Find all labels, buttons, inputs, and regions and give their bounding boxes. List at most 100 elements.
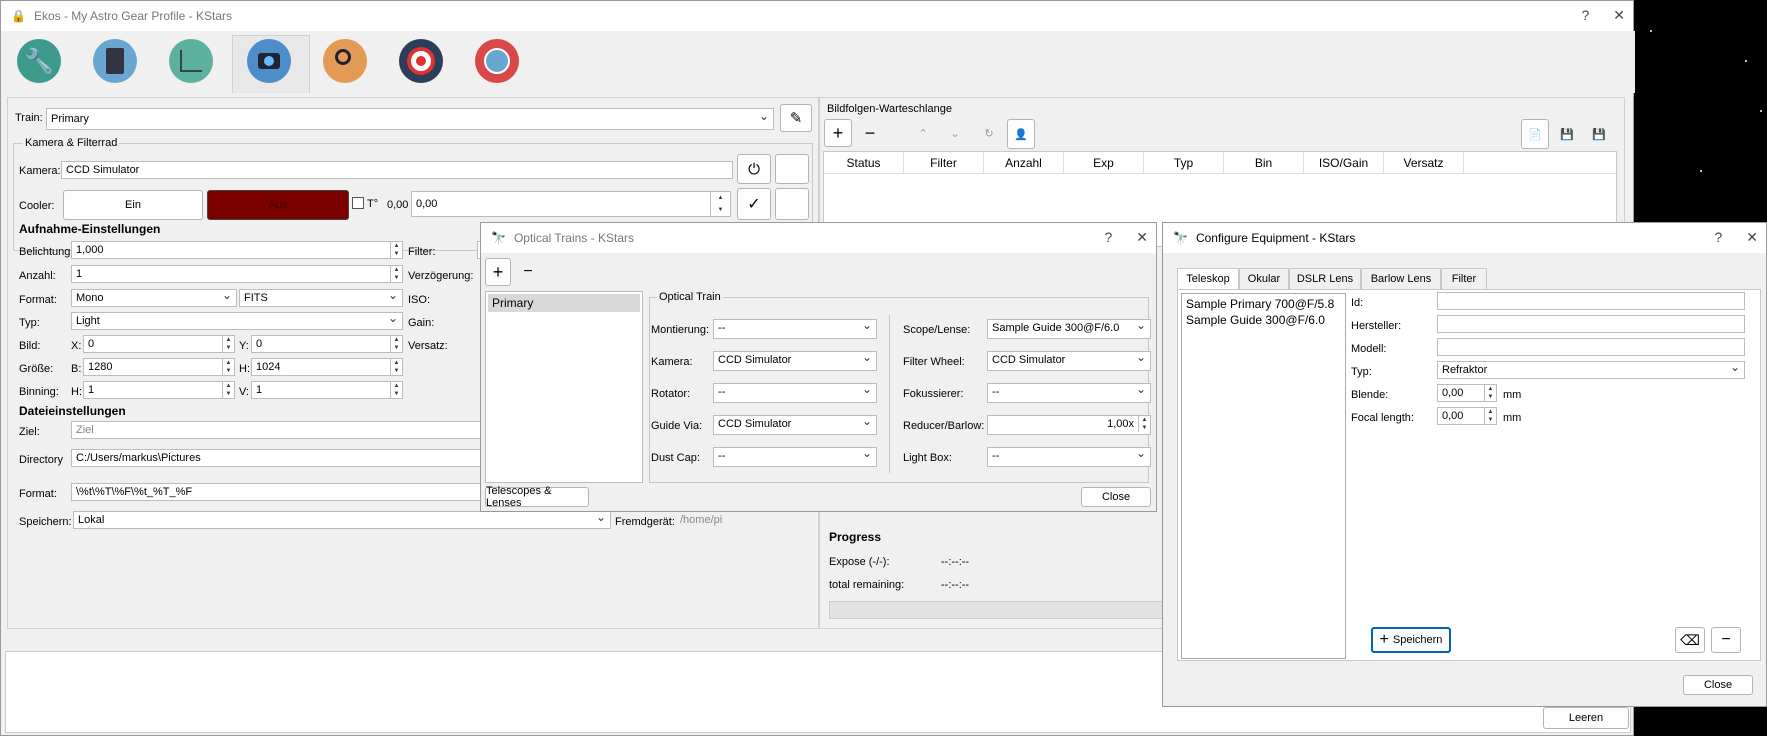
tab-teleskop[interactable]: Teleskop (1177, 268, 1239, 290)
train-select[interactable]: Primary (46, 108, 774, 130)
setup-tools-icon[interactable]: 🔧 (17, 39, 61, 83)
remaining-value: --:--:-- (941, 579, 970, 591)
remove-train-button[interactable]: − (515, 258, 541, 286)
fokussierer-select[interactable]: -- (987, 383, 1151, 403)
temp-extra-button[interactable] (775, 188, 809, 220)
leeren-button[interactable]: Leeren (1543, 707, 1629, 729)
e-typ-select[interactable]: Refraktor (1437, 361, 1745, 379)
tab-okular[interactable]: Okular (1239, 268, 1289, 290)
o-kamera-select[interactable]: CCD Simulator (713, 351, 877, 371)
queue-col-bin[interactable]: Bin (1224, 152, 1304, 173)
cooler-off-button[interactable]: Aus (207, 190, 349, 220)
camera-extra-button[interactable] (775, 154, 809, 184)
queue-load-button[interactable]: 📄 (1521, 119, 1549, 149)
telescope-list-item[interactable]: Sample Guide 300@F/6.0 (1186, 312, 1341, 328)
queue-user-button[interactable]: 👤 (1007, 119, 1035, 149)
equip-close-icon[interactable]: ✕ (1746, 229, 1758, 246)
equip-save-button[interactable]: + Speichern (1371, 627, 1451, 653)
optical-divider (889, 315, 890, 473)
camera-power-button[interactable]: ⏻ (737, 154, 771, 184)
format-select[interactable]: Mono (71, 289, 237, 307)
analyze-chart-icon[interactable] (169, 39, 213, 83)
focal-spin[interactable]: 0,00 ▲ ▼ (1437, 407, 1497, 425)
blende-value: 0,00 (1442, 387, 1464, 399)
focus-magnifier-icon[interactable] (323, 39, 367, 83)
queue-remove-button[interactable]: − (856, 119, 884, 147)
bin-v-spin[interactable]: 1 ▲ ▼ (251, 381, 403, 399)
temp-checkbox[interactable] (352, 197, 364, 209)
kamera-field[interactable]: CCD Simulator (61, 161, 733, 179)
queue-col-status[interactable]: Status (824, 152, 904, 173)
apply-temp-button[interactable]: ✓ (737, 188, 771, 220)
queue-col-typ[interactable]: Typ (1144, 152, 1224, 173)
equip-delete-button[interactable]: ⌫ (1675, 627, 1705, 653)
tab-filter[interactable]: Filter (1441, 268, 1487, 290)
capture-camera-icon[interactable] (247, 39, 291, 83)
queue-reset-button[interactable]: ↻ (975, 119, 1003, 147)
hersteller-field[interactable] (1437, 315, 1745, 333)
fileformat-select[interactable]: FITS (239, 289, 403, 307)
queue-save-button[interactable]: 💾 (1553, 119, 1581, 149)
power-icon: ⏻ (748, 160, 760, 178)
id-field[interactable] (1437, 292, 1745, 310)
queue-col-filter[interactable]: Filter (904, 152, 984, 173)
speichern-select[interactable]: Lokal (73, 511, 611, 529)
h-spin[interactable]: 1024 ▲ ▼ (251, 358, 403, 376)
x-spin[interactable]: 0 ▲ ▼ (83, 335, 235, 353)
optical-help-button[interactable]: ? (1104, 229, 1112, 246)
train-list-item[interactable]: Primary (488, 294, 640, 312)
telescope-list[interactable]: Sample Primary 700@F/5.8 Sample Guide 30… (1181, 293, 1346, 659)
typ-label: Typ: (19, 317, 40, 329)
queue-col-anzahl[interactable]: Anzahl (984, 152, 1064, 173)
equip-close-button[interactable]: Close (1683, 675, 1753, 695)
rotator-select[interactable]: -- (713, 383, 877, 403)
optical-close-icon[interactable]: ✕ (1136, 229, 1148, 246)
guide-crosshair-icon[interactable] (475, 39, 519, 83)
queue-col-exp[interactable]: Exp (1064, 152, 1144, 173)
tab-dslr-lens[interactable]: DSLR Lens (1289, 268, 1361, 290)
scope-select[interactable]: Sample Guide 300@F/6.0 (987, 319, 1151, 339)
telescope-list-item[interactable]: Sample Primary 700@F/5.8 (1186, 296, 1341, 312)
edit-train-button[interactable]: ✎ (780, 104, 812, 132)
queue-down-button[interactable]: ⌄ (941, 119, 969, 147)
equip-remove-button[interactable]: − (1711, 627, 1741, 653)
blende-spin[interactable]: 0,00 ▲ ▼ (1437, 384, 1497, 402)
modell-field[interactable] (1437, 338, 1745, 356)
close-button[interactable]: ✕ (1613, 7, 1625, 24)
reducer-spin[interactable]: 1,00x ▲ ▼ (987, 415, 1151, 435)
montierung-select[interactable]: -- (713, 319, 877, 339)
dustcap-select[interactable]: -- (713, 447, 877, 467)
equip-help-button[interactable]: ? (1714, 229, 1722, 246)
temp-value: 0,00 (387, 199, 409, 211)
b-spin[interactable]: 1280 ▲ ▼ (83, 358, 235, 376)
reducer-value: 1,00x (1107, 418, 1134, 430)
dateiformat-field[interactable]: \%t\%T\%F\%t_%T_%F (71, 483, 481, 501)
filterwheel-select[interactable]: CCD Simulator (987, 351, 1151, 371)
queue-up-button[interactable]: ⌃ (909, 119, 937, 147)
guide-select[interactable]: CCD Simulator (713, 415, 877, 435)
fremd-field[interactable]: /home/pi (675, 511, 811, 529)
anzahl-spin[interactable]: 1 ▲ ▼ (71, 265, 403, 283)
train-list[interactable]: Primary (485, 291, 643, 483)
queue-col-versatz[interactable]: Versatz (1384, 152, 1464, 173)
belichtung-spin[interactable]: 1,000 ▲ ▼ (71, 241, 403, 259)
ziel-field[interactable]: Ziel (71, 421, 481, 439)
optical-close-button[interactable]: Close (1081, 487, 1151, 507)
cooler-on-button[interactable]: Ein (63, 190, 203, 220)
y-spin[interactable]: 0 ▲ ▼ (251, 335, 403, 353)
bin-h-spin[interactable]: 1 ▲ ▼ (83, 381, 235, 399)
queue-add-button[interactable]: + (824, 119, 852, 147)
rotator-label: Rotator: (651, 388, 691, 400)
help-button[interactable]: ? (1581, 7, 1589, 24)
lightbox-select[interactable]: -- (987, 447, 1151, 467)
scheduler-book-icon[interactable] (93, 39, 137, 83)
typ-select[interactable]: Light (71, 312, 403, 330)
queue-saveas-button[interactable]: 💾 (1585, 119, 1613, 149)
temp-setpoint-spin[interactable]: 0,00 ▲ ▼ (411, 191, 731, 217)
queue-col-isogain[interactable]: ISO/Gain (1304, 152, 1384, 173)
add-train-button[interactable]: + (485, 258, 511, 286)
tab-barlow-lens[interactable]: Barlow Lens (1361, 268, 1441, 290)
align-target-icon[interactable] (399, 39, 443, 83)
telescopes-lenses-button[interactable]: Telescopes & Lenses (485, 485, 589, 509)
directory-field[interactable]: C:/Users/markus\Pictures (71, 449, 481, 467)
